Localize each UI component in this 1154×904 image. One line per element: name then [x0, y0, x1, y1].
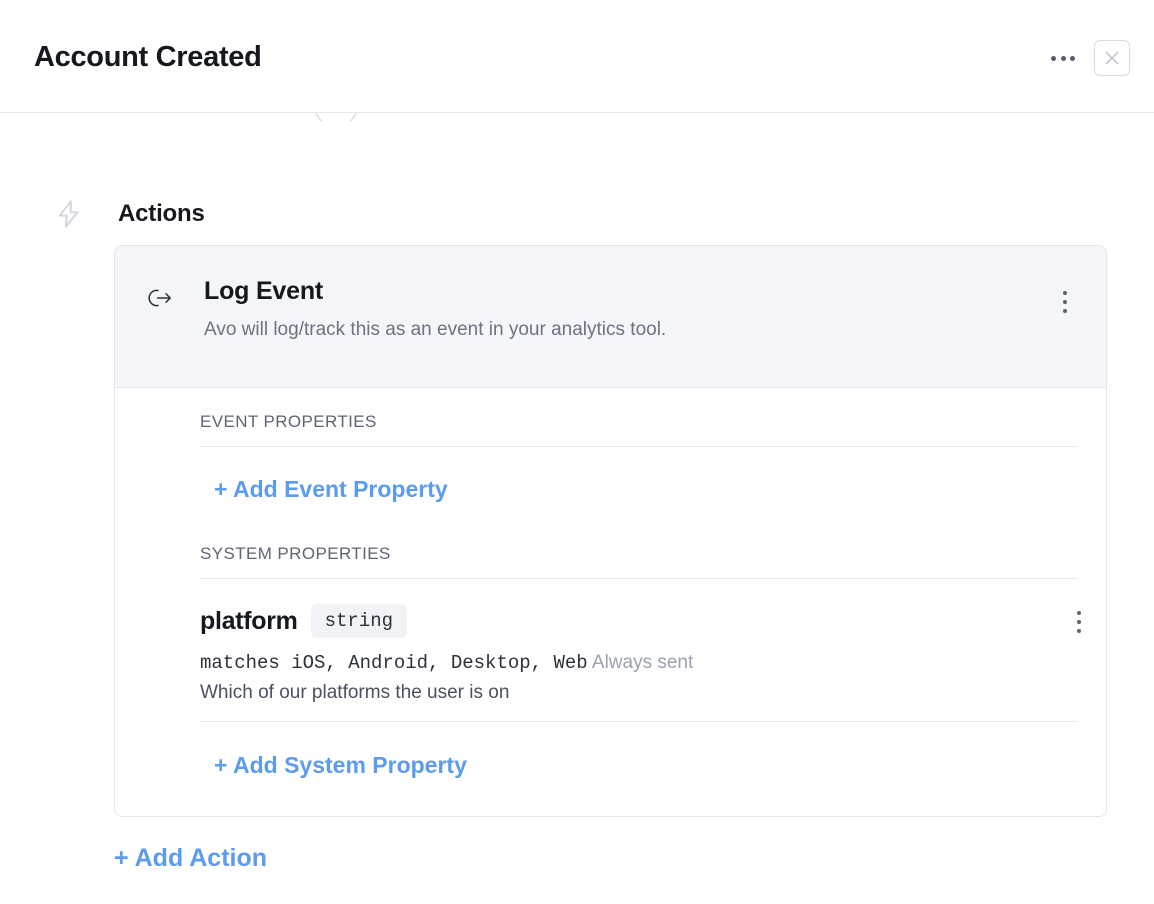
- property-type-badge: string: [311, 604, 407, 638]
- property-rule: matches iOS, Android, Desktop, Web Alway…: [200, 649, 1078, 677]
- dot: [1063, 309, 1068, 314]
- event-properties-divider: [200, 446, 1078, 447]
- action-card-log-event: Log Event Avo will log/track this as an …: [114, 245, 1107, 817]
- actions-section-header: Actions: [53, 198, 205, 230]
- ellipsis-horizontal-icon[interactable]: [1046, 41, 1080, 75]
- system-property-row: platform string matches iOS, Android, De…: [200, 601, 1078, 707]
- system-property-row-divider: [200, 721, 1078, 722]
- property-rule-matches: matches iOS, Android, Desktop, Web: [200, 652, 588, 674]
- add-action-link[interactable]: + Add Action: [114, 844, 267, 873]
- event-properties-label: Event Properties: [200, 412, 377, 432]
- action-card-body: Event Properties + Add Event Property Sy…: [115, 388, 1106, 816]
- action-card-header: Log Event Avo will log/track this as an …: [115, 246, 1106, 388]
- header-actions: [1046, 40, 1130, 76]
- page-title: Account Created: [34, 38, 262, 76]
- modal-header: Account Created: [0, 0, 1154, 113]
- system-properties-divider: [200, 578, 1078, 579]
- add-event-property-link[interactable]: + Add Event Property: [214, 476, 448, 503]
- log-event-icon: [148, 286, 174, 310]
- action-card-title: Log Event: [204, 277, 323, 306]
- dot: [1077, 629, 1082, 634]
- dot: [1070, 56, 1075, 61]
- action-card-menu-button[interactable]: [1050, 285, 1080, 319]
- dot: [1063, 291, 1068, 296]
- actions-section-title: Actions: [118, 200, 205, 228]
- property-name-line: platform string: [200, 601, 1078, 641]
- dot: [1051, 56, 1056, 61]
- dot: [1063, 300, 1068, 305]
- property-name: platform: [200, 607, 298, 636]
- dot: [1077, 611, 1082, 616]
- close-icon: [1103, 49, 1121, 67]
- property-description: Which of our platforms the user is on: [200, 679, 1078, 707]
- action-card-subtitle: Avo will log/track this as an event in y…: [204, 319, 666, 341]
- modal-body: + Add Source Actions Log Event Avo will …: [0, 113, 1154, 904]
- property-rule-always-sent: Always sent: [592, 652, 693, 673]
- close-button[interactable]: [1094, 40, 1130, 76]
- zap-icon: [53, 198, 85, 230]
- dot: [1061, 56, 1066, 61]
- property-menu-button[interactable]: [1064, 605, 1094, 639]
- dot: [1077, 620, 1082, 625]
- system-properties-label: System Properties: [200, 544, 391, 564]
- add-system-property-link[interactable]: + Add System Property: [214, 752, 467, 779]
